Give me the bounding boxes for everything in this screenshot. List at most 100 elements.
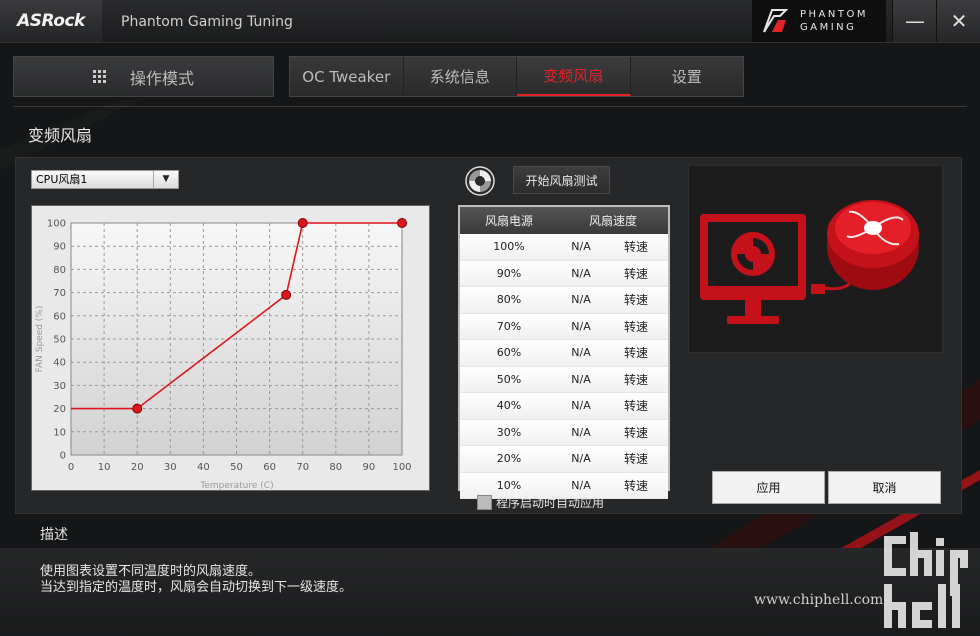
pg-line2: GAMING <box>800 22 857 33</box>
y-tick-label: 90 <box>53 242 66 253</box>
y-tick-label: 0 <box>60 451 66 462</box>
x-tick-label: 0 <box>68 462 74 473</box>
speed-unit-cell: 转速 <box>623 478 648 493</box>
x-tick-label: 10 <box>98 462 111 473</box>
table-row: 100% N/A 转速 <box>460 234 668 261</box>
y-tick-label: 30 <box>53 381 66 392</box>
close-icon: ✕ <box>950 9 968 33</box>
speed-unit-cell: 转速 <box>623 240 648 255</box>
autostart-label: 程序启动时自动应用 <box>496 496 605 510</box>
header-fan-power: 风扇电源 <box>484 214 533 228</box>
x-tick-label: 90 <box>363 462 376 473</box>
fan-power-cell: 80% <box>496 293 522 307</box>
speed-unit-cell: 转速 <box>623 319 648 334</box>
asrock-logo: ASRock <box>0 0 102 42</box>
description-title: 描述 <box>40 527 68 543</box>
tab-label: 设置 <box>671 68 702 86</box>
fan-speed-cell: N/A <box>571 319 591 333</box>
x-tick-label: 40 <box>197 462 210 473</box>
fan-illustration <box>688 165 943 353</box>
curve-control-point[interactable] <box>281 289 292 300</box>
x-tick-label: 80 <box>329 462 342 473</box>
y-tick-label: 20 <box>53 404 66 415</box>
divider <box>13 106 967 107</box>
y-tick-label: 80 <box>53 265 66 276</box>
phantom-gaming-text: PHANTOM GAMING <box>800 8 868 34</box>
tab-label: 变频风扇 <box>543 67 604 85</box>
table-row: 60% N/A 转速 <box>460 340 668 367</box>
phantom-gaming-logo: PHANTOM GAMING <box>752 0 886 42</box>
title-bar: ASRock Phantom Gaming Tuning PHANTOM GAM… <box>0 0 980 43</box>
fan-power-cell: 30% <box>496 425 522 439</box>
autostart-checkbox[interactable]: 程序启动时自动应用 <box>477 494 604 511</box>
close-button[interactable]: ✕ <box>936 0 980 42</box>
speed-unit-cell: 转速 <box>623 425 648 440</box>
x-axis-label: Temperature (C) <box>199 481 273 490</box>
fan-speed-cell: N/A <box>571 425 591 439</box>
description-line-2: 当达到指定的温度时，风扇会自动切换到下一级速度。 <box>40 580 353 595</box>
pg-line1: PHANTOM <box>800 9 868 20</box>
fan-curve-chart[interactable]: 0 10 20 30 40 50 60 70 80 90 100 0 10 20 30 40 50 60 70 80 9… <box>31 205 430 491</box>
y-tick-label: 60 <box>53 311 66 322</box>
speed-unit-cell: 转速 <box>623 399 648 414</box>
fan-power-cell: 70% <box>496 319 522 333</box>
tab-oc-tweaker[interactable]: OC Tweaker <box>290 57 404 96</box>
fan-speed-cell: N/A <box>571 293 591 307</box>
curve-control-point[interactable] <box>297 218 308 228</box>
x-tick-label: 70 <box>296 462 309 473</box>
tab-system-info[interactable]: 系统信息 <box>404 57 517 96</box>
fan-power-cell: 10% <box>496 478 522 492</box>
speed-unit-cell: 转速 <box>623 293 648 308</box>
fan-curve-svg[interactable]: 0 10 20 30 40 50 60 70 80 90 100 0 10 20 30 40 50 60 70 80 9… <box>32 206 429 491</box>
operation-mode-button[interactable]: 操作模式 <box>13 56 274 97</box>
table-row: 40% N/A 转速 <box>460 393 668 420</box>
table-row: 30% N/A 转速 <box>460 419 668 446</box>
cancel-button[interactable]: 取消 <box>828 471 941 504</box>
speed-unit-cell: 转速 <box>623 266 648 281</box>
watermark-url: www.chiphell.com <box>754 592 884 608</box>
table-header: 风扇电源 风扇速度 <box>460 207 668 234</box>
fan-power-cell: 90% <box>496 266 522 280</box>
fan-power-cell: 20% <box>496 452 522 466</box>
fan-speed-cell: N/A <box>571 266 591 280</box>
fan-speed-cell: N/A <box>571 399 591 413</box>
fan-speed-cell: N/A <box>571 372 591 386</box>
tab-bar: OC Tweaker 系统信息 变频风扇 设置 <box>289 56 744 97</box>
fan-speed-cell: N/A <box>571 452 591 466</box>
fan-speed-cell: N/A <box>571 346 591 360</box>
minimize-button[interactable]: — <box>892 0 937 42</box>
table-row: 90% N/A 转速 <box>460 260 668 287</box>
tab-settings[interactable]: 设置 <box>631 57 744 96</box>
fan-speed-table: 风扇电源 风扇速度 100% N/A 转速 90% N/A 转速 80% N/A 转速 70% N/… <box>458 205 670 499</box>
fan-select-dropdown[interactable]: CPU风扇1 ▼ <box>31 170 179 189</box>
fan-power-cell: 100% <box>493 240 525 254</box>
app-title: Phantom Gaming Tuning <box>121 14 293 30</box>
y-tick-label: 50 <box>53 335 66 346</box>
header-fan-speed: 风扇速度 <box>588 214 637 228</box>
tab-fan-tuning[interactable]: 变频风扇 <box>517 57 631 96</box>
phantom-gaming-icon <box>763 9 789 33</box>
tab-label: 系统信息 <box>429 68 490 86</box>
y-tick-label: 10 <box>53 427 66 438</box>
speed-unit-cell: 转速 <box>623 372 648 387</box>
speed-unit-cell: 转速 <box>623 346 648 361</box>
apply-button[interactable]: 应用 <box>712 471 825 504</box>
fan-power-cell: 40% <box>496 399 522 413</box>
checkbox-icon[interactable] <box>477 495 492 510</box>
y-axis-label: FAN Speed (%) <box>35 306 45 373</box>
fan-speed-cell: N/A <box>571 240 591 254</box>
table-row: 80% N/A 转速 <box>460 287 668 314</box>
spin-fan-icon <box>465 166 495 196</box>
page-title: 变频风扇 <box>28 126 93 145</box>
chiphell-logo-icon <box>884 532 968 628</box>
y-tick-label: 100 <box>47 219 66 230</box>
monitor-fan-illustration-icon <box>700 200 919 324</box>
curve-control-point[interactable] <box>132 403 143 414</box>
start-fan-test-button[interactable]: 开始风扇测试 <box>513 166 610 194</box>
curve-control-point[interactable] <box>397 218 407 228</box>
fan-select-value: CPU风扇1 <box>36 173 88 186</box>
speed-unit-cell: 转速 <box>623 452 648 467</box>
table-row: 20% N/A 转速 <box>460 446 668 473</box>
y-tick-label: 70 <box>53 288 66 299</box>
x-tick-label: 100 <box>392 462 411 473</box>
